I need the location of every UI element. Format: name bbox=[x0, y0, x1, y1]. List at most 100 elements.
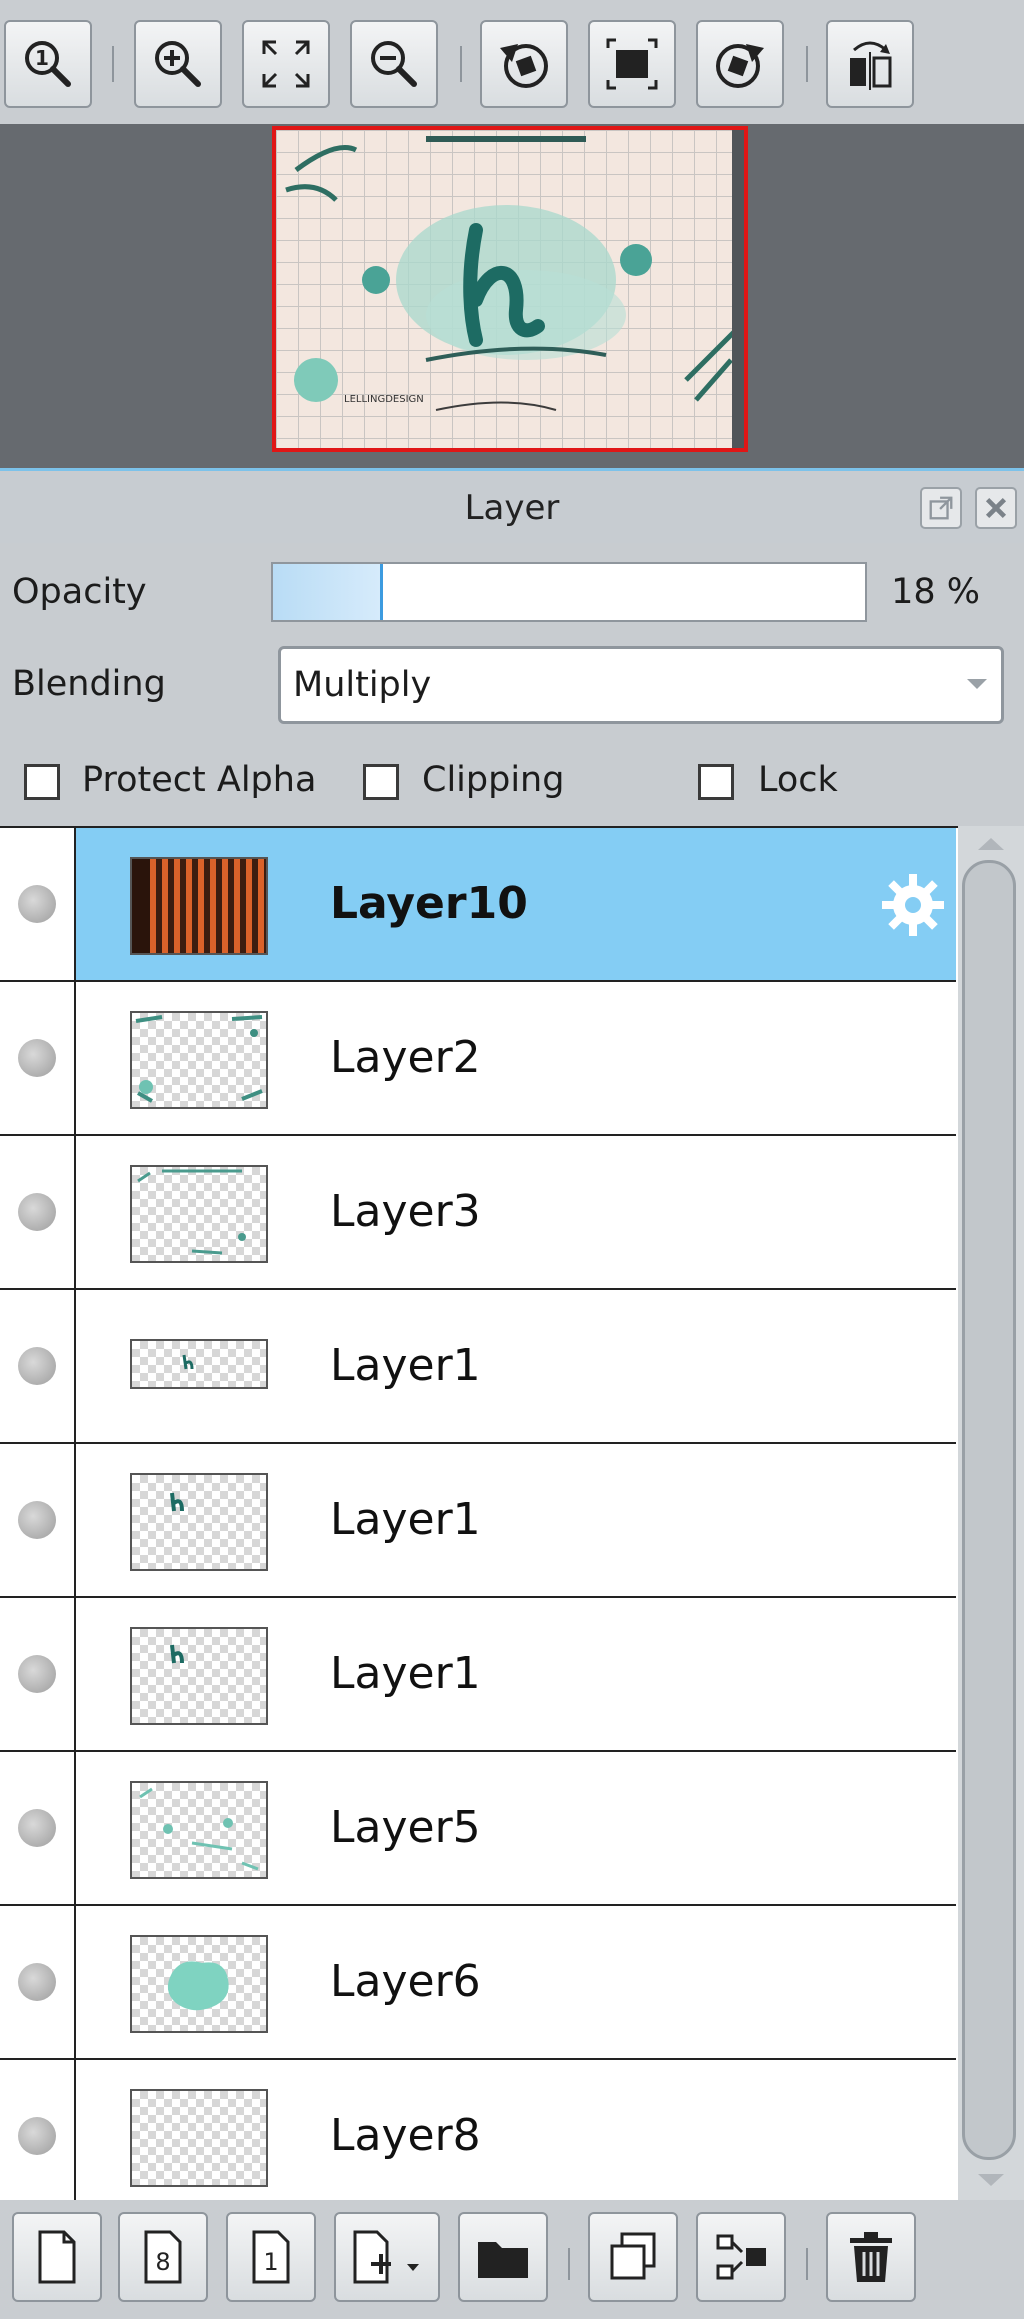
layer-row[interactable]: Layer2 bbox=[0, 982, 956, 1136]
clipping-label: Clipping bbox=[422, 760, 565, 800]
flip-horizontal-icon bbox=[850, 41, 892, 90]
zoom-actual-icon: 1 bbox=[25, 41, 71, 87]
layer-thumbnail bbox=[130, 1165, 268, 1263]
rotate-left-button[interactable] bbox=[480, 20, 568, 108]
scroll-up-icon[interactable] bbox=[978, 838, 1004, 850]
layer-row[interactable]: Layer5 bbox=[0, 1752, 956, 1906]
visibility-toggle[interactable] bbox=[0, 1136, 76, 1288]
thumbnail-art bbox=[170, 1644, 184, 1664]
layer-row[interactable]: Layer8 bbox=[0, 2060, 956, 2202]
protect-alpha-checkbox[interactable] bbox=[24, 764, 60, 800]
duplicate-layer-icon bbox=[610, 2232, 656, 2280]
visibility-toggle[interactable] bbox=[0, 982, 76, 1134]
layer-thumbnail bbox=[130, 1473, 268, 1571]
layer-thumbnail bbox=[130, 1339, 268, 1389]
clipping-checkbox[interactable] bbox=[363, 764, 399, 800]
layer-name: Layer6 bbox=[330, 1956, 481, 2007]
opacity-value: 18 % bbox=[891, 572, 980, 612]
visibility-toggle[interactable] bbox=[0, 1906, 76, 2058]
layer-actions-toolbar: 8 1 bbox=[0, 2200, 1024, 2319]
navigator-panel[interactable]: LELLINGDESIGN bbox=[0, 124, 1024, 470]
layer-row[interactable]: Layer1 bbox=[0, 1598, 956, 1752]
layer-name: Layer1 bbox=[330, 1340, 481, 1391]
layer-name: Layer1 bbox=[330, 1494, 481, 1545]
toolbar-separator bbox=[568, 2248, 570, 2280]
visibility-toggle[interactable] bbox=[0, 1752, 76, 1904]
view-toolbar: 1 bbox=[0, 0, 1024, 124]
visibility-dot-icon bbox=[18, 1347, 56, 1385]
toolbar-separator bbox=[806, 46, 808, 82]
visibility-toggle[interactable] bbox=[0, 2060, 76, 2202]
toolbar-separator bbox=[460, 46, 462, 82]
preview-edge bbox=[732, 130, 744, 448]
duplicate-layer-button[interactable] bbox=[588, 2212, 678, 2302]
zoom-actual-button[interactable]: 1 bbox=[4, 20, 92, 108]
new-1bit-layer-button[interactable]: 1 bbox=[226, 2212, 316, 2302]
layer-list[interactable]: Layer10 Layer2 Layer3 Layer1 Layer1 Laye… bbox=[0, 826, 958, 2202]
merge-down-icon bbox=[716, 2234, 766, 2280]
visibility-dot-icon bbox=[18, 1809, 56, 1847]
rotate-right-button[interactable] bbox=[696, 20, 784, 108]
fit-canvas-icon bbox=[606, 38, 658, 90]
close-icon bbox=[985, 497, 1007, 519]
gear-icon[interactable] bbox=[878, 870, 948, 940]
layer-thumbnail bbox=[130, 1627, 268, 1725]
popout-button[interactable] bbox=[920, 487, 962, 529]
thumbnail-art bbox=[135, 1015, 263, 1103]
layer-row[interactable]: Layer3 bbox=[0, 1136, 956, 1290]
blending-mode-select[interactable]: Multiply bbox=[278, 646, 1004, 724]
rotate-right-icon bbox=[716, 44, 764, 88]
lock-label: Lock bbox=[758, 760, 838, 800]
zoom-out-button[interactable] bbox=[350, 20, 438, 108]
visibility-toggle[interactable] bbox=[0, 1598, 76, 1750]
delete-layer-button[interactable] bbox=[826, 2212, 916, 2302]
flip-horizontal-button[interactable] bbox=[826, 20, 914, 108]
fit-canvas-button[interactable] bbox=[588, 20, 676, 108]
layer-name: Layer10 bbox=[330, 878, 528, 929]
layer-name: Layer5 bbox=[330, 1802, 481, 1853]
layer-thumbnail bbox=[130, 1011, 268, 1109]
visibility-dot-icon bbox=[18, 1039, 56, 1077]
fit-screen-button[interactable] bbox=[242, 20, 330, 108]
thumbnail-shadow bbox=[132, 859, 150, 953]
merge-down-button[interactable] bbox=[696, 2212, 786, 2302]
new-8bit-layer-icon: 8 bbox=[144, 2230, 182, 2284]
visibility-toggle[interactable] bbox=[0, 1290, 76, 1442]
trash-icon bbox=[850, 2232, 892, 2282]
scroll-down-icon[interactable] bbox=[978, 2174, 1004, 2186]
layer-thumbnail bbox=[130, 1781, 268, 1879]
layer-name: Layer8 bbox=[330, 2110, 481, 2161]
layer-row[interactable]: Layer1 bbox=[0, 1444, 956, 1598]
svg-text:1: 1 bbox=[35, 46, 49, 70]
add-layer-menu-button[interactable] bbox=[334, 2212, 440, 2302]
zoom-in-button[interactable] bbox=[134, 20, 222, 108]
scrollbar-thumb[interactable] bbox=[962, 860, 1016, 2160]
canvas-preview[interactable]: LELLINGDESIGN bbox=[272, 126, 748, 452]
popout-icon bbox=[929, 496, 953, 520]
blending-label: Blending bbox=[12, 664, 166, 704]
layer-row[interactable]: Layer10 bbox=[0, 828, 956, 982]
new-8bit-layer-button[interactable]: 8 bbox=[118, 2212, 208, 2302]
opacity-slider-fill bbox=[273, 564, 383, 620]
layer-thumbnail bbox=[130, 2089, 268, 2187]
visibility-toggle[interactable] bbox=[0, 828, 76, 980]
layer-row[interactable]: Layer1 bbox=[0, 1290, 956, 1444]
layer-row[interactable]: Layer6 bbox=[0, 1906, 956, 2060]
close-panel-button[interactable] bbox=[975, 487, 1017, 529]
thumbnail-art bbox=[170, 1492, 184, 1512]
panel-divider bbox=[0, 468, 1024, 471]
layer-thumbnail bbox=[130, 1935, 268, 2033]
visibility-toggle[interactable] bbox=[0, 1444, 76, 1596]
toolbar-separator bbox=[112, 46, 114, 82]
visibility-dot-icon bbox=[18, 1501, 56, 1539]
visibility-dot-icon bbox=[18, 1193, 56, 1231]
lock-checkbox[interactable] bbox=[698, 764, 734, 800]
new-folder-icon bbox=[478, 2242, 528, 2278]
opacity-slider[interactable] bbox=[271, 562, 867, 622]
layer-name: Layer2 bbox=[330, 1032, 481, 1083]
visibility-dot-icon bbox=[18, 2117, 56, 2155]
new-layer-button[interactable] bbox=[12, 2212, 102, 2302]
new-folder-button[interactable] bbox=[458, 2212, 548, 2302]
layer-name: Layer3 bbox=[330, 1186, 481, 1237]
artwork-preview-image: LELLINGDESIGN bbox=[285, 136, 738, 411]
